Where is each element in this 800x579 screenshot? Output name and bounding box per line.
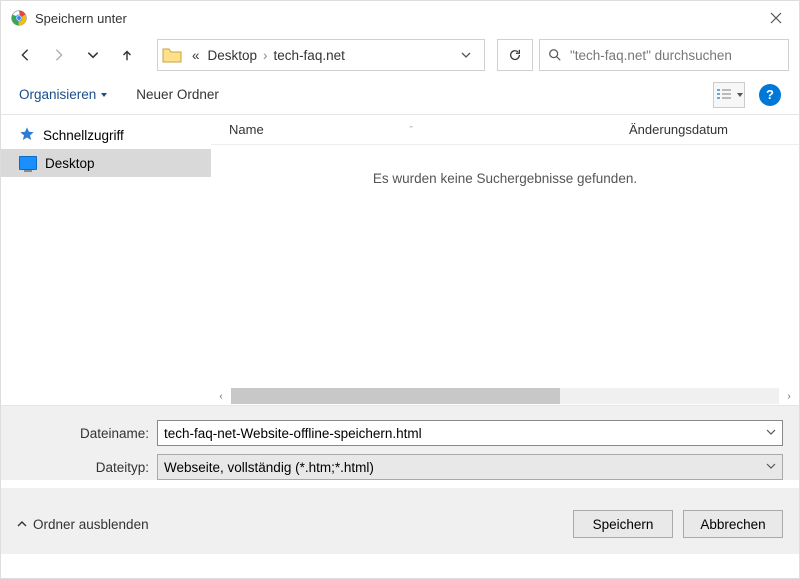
filename-input[interactable]: tech-faq-net-Website-offline-speichern.h… xyxy=(157,420,783,446)
close-button[interactable] xyxy=(753,1,799,35)
breadcrumb-folder[interactable]: tech-faq.net xyxy=(270,48,349,63)
hide-folders-button[interactable]: Ordner ausblenden xyxy=(17,517,149,532)
sidebar-label-desktop: Desktop xyxy=(45,156,95,171)
body: Schnellzugriff Desktop Name ˆ Änderungsd… xyxy=(1,115,799,405)
sidebar-item-quickaccess[interactable]: Schnellzugriff xyxy=(1,121,211,149)
form-area: Dateiname: tech-faq-net-Website-offline-… xyxy=(1,405,799,480)
forward-button[interactable] xyxy=(45,41,73,69)
up-button[interactable] xyxy=(113,41,141,69)
view-options-button[interactable] xyxy=(713,82,745,108)
back-button[interactable] xyxy=(11,41,39,69)
column-date[interactable]: Änderungsdatum xyxy=(629,122,799,137)
scroll-right-icon[interactable]: › xyxy=(781,388,797,404)
desktop-icon xyxy=(19,156,37,170)
refresh-button[interactable] xyxy=(497,39,533,71)
scroll-left-icon[interactable]: ‹ xyxy=(213,388,229,404)
close-icon xyxy=(770,12,782,24)
window-title: Speichern unter xyxy=(35,11,127,26)
horizontal-scrollbar[interactable]: ‹ › xyxy=(211,387,799,405)
filetype-select[interactable]: Webseite, vollständig (*.htm;*.html) xyxy=(157,454,783,480)
chevron-down-icon xyxy=(100,91,108,99)
scroll-track[interactable] xyxy=(231,388,779,404)
column-name[interactable]: Name ˆ xyxy=(229,122,629,137)
title-bar: Speichern unter xyxy=(1,1,799,35)
sidebar-item-desktop[interactable]: Desktop xyxy=(1,149,211,177)
breadcrumb-sep-icon: › xyxy=(261,48,270,63)
chevron-down-icon[interactable] xyxy=(766,427,776,440)
search-placeholder: "tech-faq.net" durchsuchen xyxy=(570,48,732,63)
chrome-icon xyxy=(11,10,27,26)
chevron-up-icon xyxy=(17,519,27,529)
bottom-row: Ordner ausblenden Speichern Abbrechen xyxy=(1,488,799,554)
breadcrumb-ellipsis[interactable]: « xyxy=(188,48,204,63)
file-list-area: Name ˆ Änderungsdatum Es wurden keine Su… xyxy=(211,115,799,405)
sidebar-label-quick: Schnellzugriff xyxy=(43,128,124,143)
filename-label: Dateiname: xyxy=(17,426,157,441)
organize-menu[interactable]: Organisieren xyxy=(19,87,108,102)
save-button[interactable]: Speichern xyxy=(573,510,673,538)
folder-icon xyxy=(162,46,182,64)
toolbar: Organisieren Neuer Ordner ? xyxy=(1,75,799,115)
cancel-button[interactable]: Abbrechen xyxy=(683,510,783,538)
star-icon xyxy=(19,126,35,145)
sidebar: Schnellzugriff Desktop xyxy=(1,115,211,405)
help-button[interactable]: ? xyxy=(759,84,781,106)
column-headers: Name ˆ Änderungsdatum xyxy=(211,115,799,145)
list-view-icon xyxy=(715,88,733,102)
sort-indicator-icon: ˆ xyxy=(410,125,413,135)
empty-message: Es wurden keine Suchergebnisse gefunden. xyxy=(211,145,799,387)
chevron-down-icon xyxy=(736,91,744,99)
nav-row: « Desktop › tech-faq.net "tech-faq.net" … xyxy=(1,35,799,75)
address-dropdown[interactable] xyxy=(452,49,480,61)
address-bar[interactable]: « Desktop › tech-faq.net xyxy=(157,39,485,71)
search-icon xyxy=(548,48,562,62)
filetype-label: Dateityp: xyxy=(17,460,157,475)
chevron-down-icon[interactable] xyxy=(766,461,776,474)
search-input[interactable]: "tech-faq.net" durchsuchen xyxy=(539,39,789,71)
scroll-thumb[interactable] xyxy=(231,388,560,404)
new-folder-button[interactable]: Neuer Ordner xyxy=(136,87,219,102)
breadcrumb-desktop[interactable]: Desktop xyxy=(204,48,262,63)
recent-dropdown[interactable] xyxy=(79,41,107,69)
